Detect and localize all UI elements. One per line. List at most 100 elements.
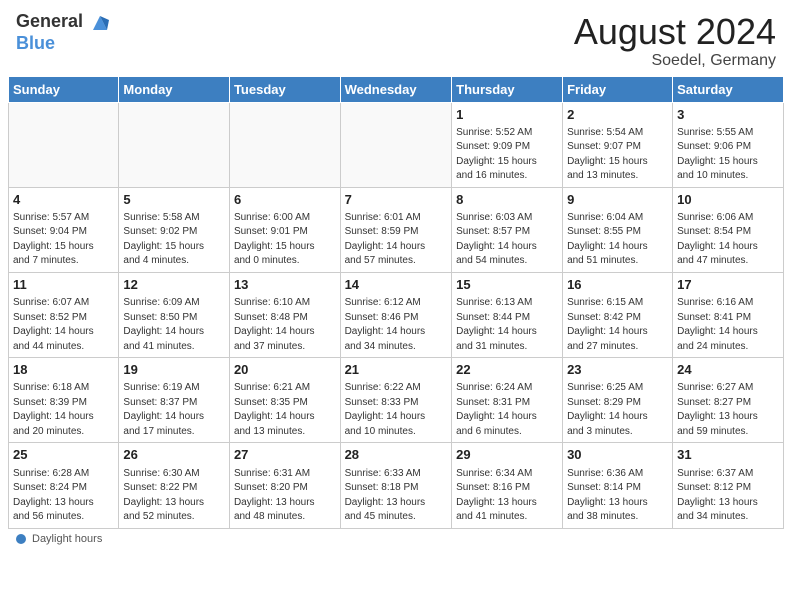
calendar-cell: 8 Sunrise: 6:03 AMSunset: 8:57 PMDaylight… (452, 187, 563, 272)
logo-blue: Blue (16, 33, 55, 53)
calendar-cell: 6 Sunrise: 6:00 AMSunset: 9:01 PMDaylight… (229, 187, 340, 272)
calendar-cell (229, 102, 340, 187)
day-number: 14 (345, 276, 448, 294)
day-info: Sunrise: 6:36 AMSunset: 8:14 PMDaylight:… (567, 467, 668, 525)
day-info: Sunrise: 6:31 AMSunset: 8:20 PMDaylight:… (234, 467, 336, 525)
calendar-cell: 14Sunrise: 6:12 AMSunset: 8:46 PMDayligh… (340, 272, 452, 357)
calendar-header-tuesday: Tuesday (229, 76, 340, 102)
day-info: Sunrise: 5:58 AMSunset: 9:02 PMDaylight:… (123, 211, 225, 269)
day-number: 23 (567, 361, 668, 379)
calendar-cell: 20 Sunrise: 6:21 AMSunset: 8:35 PMDayligh… (229, 358, 340, 443)
calendar-cell (119, 102, 230, 187)
day-info: Sunrise: 6:33 AMSunset: 8:18 PMDaylight:… (345, 467, 448, 525)
day-number: 26 (123, 446, 225, 464)
calendar-header-thursday: Thursday (452, 76, 563, 102)
calendar-cell: 22 Sunrise: 6:24 AMSunset: 8:31 PMDayligh… (452, 358, 563, 443)
day-info: Sunrise: 5:54 AMSunset: 9:07 PMDaylight:… (567, 126, 668, 184)
calendar-cell: 16Sunrise: 6:15 AMSunset: 8:42 PMDayligh… (563, 272, 673, 357)
title-block: August 2024 Soedel, Germany (574, 12, 776, 70)
calendar-cell: 28Sunrise: 6:33 AMSunset: 8:18 PMDayligh… (340, 443, 452, 528)
calendar-cell (340, 102, 452, 187)
calendar-cell: 23 Sunrise: 6:25 AMSunset: 8:29 PMDayligh… (563, 358, 673, 443)
day-number: 1 (456, 106, 558, 124)
day-info: Sunrise: 6:19 AMSunset: 8:37 PMDaylight:… (123, 381, 225, 439)
calendar-cell: 4Sunrise: 5:57 AMSunset: 9:04 PMDaylight… (9, 187, 119, 272)
day-number: 22 (456, 361, 558, 379)
calendar-cell: 30 Sunrise: 6:36 AMSunset: 8:14 PMDayligh… (563, 443, 673, 528)
footer: Daylight hours (0, 529, 792, 549)
calendar-cell: 29Sunrise: 6:34 AMSunset: 8:16 PMDayligh… (452, 443, 563, 528)
day-info: Sunrise: 6:18 AMSunset: 8:39 PMDaylight:… (13, 381, 114, 439)
day-number: 8 (456, 191, 558, 209)
calendar-cell: 11Sunrise: 6:07 AMSunset: 8:52 PMDayligh… (9, 272, 119, 357)
day-number: 24 (677, 361, 779, 379)
day-number: 4 (13, 191, 114, 209)
day-info: Sunrise: 6:06 AMSunset: 8:54 PMDaylight:… (677, 211, 779, 269)
day-number: 18 (13, 361, 114, 379)
calendar-header-saturday: Saturday (673, 76, 784, 102)
calendar-wrapper: SundayMondayTuesdayWednesdayThursdayFrid… (0, 76, 792, 529)
logo-general: General (16, 11, 83, 31)
calendar-cell: 17 Sunrise: 6:16 AMSunset: 8:41 PMDayligh… (673, 272, 784, 357)
day-info: Sunrise: 6:04 AMSunset: 8:55 PMDaylight:… (567, 211, 668, 269)
day-number: 21 (345, 361, 448, 379)
day-info: Sunrise: 6:09 AMSunset: 8:50 PMDaylight:… (123, 296, 225, 354)
day-info: Sunrise: 6:22 AMSunset: 8:33 PMDaylight:… (345, 381, 448, 439)
calendar-week-3: 11Sunrise: 6:07 AMSunset: 8:52 PMDayligh… (9, 272, 784, 357)
day-info: Sunrise: 6:13 AMSunset: 8:44 PMDaylight:… (456, 296, 558, 354)
calendar-header-row: SundayMondayTuesdayWednesdayThursdayFrid… (9, 76, 784, 102)
day-info: Sunrise: 6:27 AMSunset: 8:27 PMDaylight:… (677, 381, 779, 439)
calendar-cell: 10Sunrise: 6:06 AMSunset: 8:54 PMDayligh… (673, 187, 784, 272)
day-info: Sunrise: 6:24 AMSunset: 8:31 PMDaylight:… (456, 381, 558, 439)
day-number: 3 (677, 106, 779, 124)
calendar-cell: 31 Sunrise: 6:37 AMSunset: 8:12 PMDayligh… (673, 443, 784, 528)
day-info: Sunrise: 6:34 AMSunset: 8:16 PMDaylight:… (456, 467, 558, 525)
day-info: Sunrise: 6:00 AMSunset: 9:01 PMDaylight:… (234, 211, 336, 269)
calendar-cell: 24 Sunrise: 6:27 AMSunset: 8:27 PMDayligh… (673, 358, 784, 443)
day-number: 30 (567, 446, 668, 464)
calendar-cell: 25 Sunrise: 6:28 AMSunset: 8:24 PMDayligh… (9, 443, 119, 528)
calendar-cell: 13 Sunrise: 6:10 AMSunset: 8:48 PMDayligh… (229, 272, 340, 357)
day-number: 6 (234, 191, 336, 209)
calendar-cell: 1 Sunrise: 5:52 AMSunset: 9:09 PMDaylight… (452, 102, 563, 187)
day-number: 27 (234, 446, 336, 464)
calendar-header-monday: Monday (119, 76, 230, 102)
day-number: 20 (234, 361, 336, 379)
day-number: 13 (234, 276, 336, 294)
calendar-header-friday: Friday (563, 76, 673, 102)
day-number: 9 (567, 191, 668, 209)
calendar-cell: 15 Sunrise: 6:13 AMSunset: 8:44 PMDayligh… (452, 272, 563, 357)
day-info: Sunrise: 6:28 AMSunset: 8:24 PMDaylight:… (13, 467, 114, 525)
day-number: 5 (123, 191, 225, 209)
calendar-cell: 21 Sunrise: 6:22 AMSunset: 8:33 PMDayligh… (340, 358, 452, 443)
day-number: 12 (123, 276, 225, 294)
day-info: Sunrise: 6:25 AMSunset: 8:29 PMDaylight:… (567, 381, 668, 439)
day-info: Sunrise: 6:21 AMSunset: 8:35 PMDaylight:… (234, 381, 336, 439)
day-info: Sunrise: 5:52 AMSunset: 9:09 PMDaylight:… (456, 126, 558, 184)
day-info: Sunrise: 6:10 AMSunset: 8:48 PMDaylight:… (234, 296, 336, 354)
day-number: 17 (677, 276, 779, 294)
calendar-cell (9, 102, 119, 187)
calendar-cell: 7 Sunrise: 6:01 AMSunset: 8:59 PMDaylight… (340, 187, 452, 272)
header: General Blue August 2024 Soedel, Germany (0, 0, 792, 76)
day-info: Sunrise: 6:03 AMSunset: 8:57 PMDaylight:… (456, 211, 558, 269)
day-number: 7 (345, 191, 448, 209)
logo-icon (89, 12, 111, 34)
footer-label: Daylight hours (32, 533, 102, 545)
calendar-week-1: 1 Sunrise: 5:52 AMSunset: 9:09 PMDaylight… (9, 102, 784, 187)
day-number: 15 (456, 276, 558, 294)
day-number: 25 (13, 446, 114, 464)
day-info: Sunrise: 6:16 AMSunset: 8:41 PMDaylight:… (677, 296, 779, 354)
calendar-week-2: 4Sunrise: 5:57 AMSunset: 9:04 PMDaylight… (9, 187, 784, 272)
day-info: Sunrise: 6:15 AMSunset: 8:42 PMDaylight:… (567, 296, 668, 354)
calendar-header-sunday: Sunday (9, 76, 119, 102)
day-number: 2 (567, 106, 668, 124)
day-info: Sunrise: 5:55 AMSunset: 9:06 PMDaylight:… (677, 126, 779, 184)
calendar-cell: 18 Sunrise: 6:18 AMSunset: 8:39 PMDayligh… (9, 358, 119, 443)
day-info: Sunrise: 6:01 AMSunset: 8:59 PMDaylight:… (345, 211, 448, 269)
day-info: Sunrise: 6:37 AMSunset: 8:12 PMDaylight:… (677, 467, 779, 525)
day-number: 31 (677, 446, 779, 464)
day-info: Sunrise: 6:30 AMSunset: 8:22 PMDaylight:… (123, 467, 225, 525)
calendar-cell: 3 Sunrise: 5:55 AMSunset: 9:06 PMDaylight… (673, 102, 784, 187)
calendar-week-4: 18 Sunrise: 6:18 AMSunset: 8:39 PMDayligh… (9, 358, 784, 443)
